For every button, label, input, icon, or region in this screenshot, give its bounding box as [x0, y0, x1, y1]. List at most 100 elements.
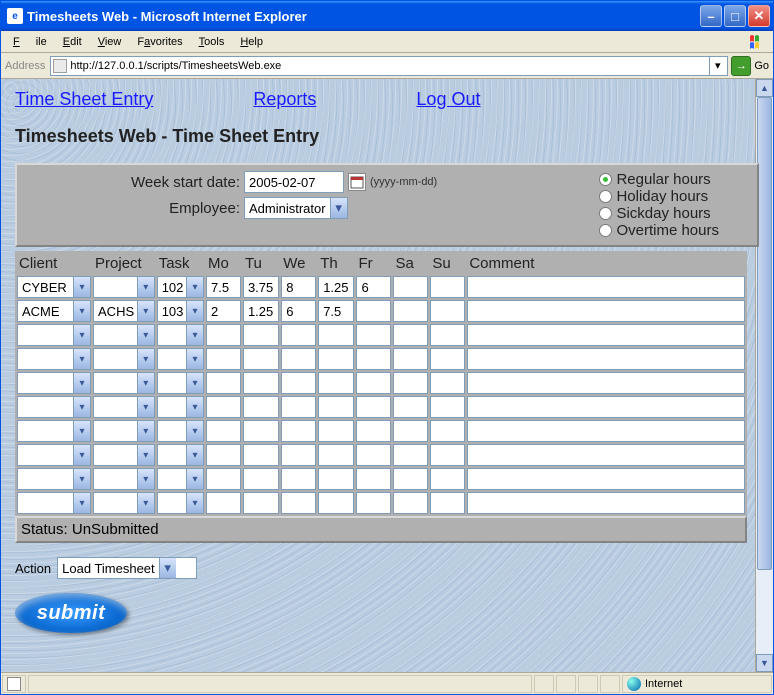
cell-input[interactable] — [318, 396, 354, 418]
cell-input[interactable] — [393, 372, 428, 394]
cell-select[interactable]: ▾ — [93, 396, 155, 418]
cell-input[interactable] — [281, 492, 316, 514]
cell-input[interactable] — [393, 444, 428, 466]
cell-input[interactable] — [243, 492, 279, 514]
cell-input[interactable] — [430, 444, 465, 466]
cell-input[interactable] — [393, 468, 428, 490]
cell-input[interactable] — [281, 420, 316, 442]
cell-input[interactable] — [318, 468, 354, 490]
menu-file[interactable]: File — [5, 34, 55, 50]
cell-input[interactable] — [393, 276, 428, 298]
cell-input[interactable] — [281, 396, 316, 418]
cell-input[interactable] — [318, 372, 354, 394]
cell-select[interactable]: ▾ — [157, 372, 204, 394]
cell-input[interactable] — [243, 324, 279, 346]
cell-input[interactable] — [206, 444, 241, 466]
cell-select[interactable]: ▾ — [17, 372, 91, 394]
cell-input[interactable] — [318, 324, 354, 346]
cell-input[interactable] — [430, 396, 465, 418]
cell-input[interactable]: 8 — [281, 276, 316, 298]
cell-select[interactable]: ▾ — [17, 492, 91, 514]
cell-input[interactable] — [430, 300, 465, 322]
cell-select[interactable]: ▾ — [157, 444, 204, 466]
go-button-icon[interactable]: → — [731, 56, 751, 76]
cell-input[interactable]: 1.25 — [318, 276, 354, 298]
cell-input[interactable]: 7.5 — [318, 300, 354, 322]
cell-input[interactable] — [393, 396, 428, 418]
radio-sickday[interactable] — [599, 207, 612, 220]
cell-input[interactable] — [206, 324, 241, 346]
cell-input[interactable] — [430, 492, 465, 514]
cell-input[interactable]: 3.75 — [243, 276, 279, 298]
radio-holiday[interactable] — [599, 190, 612, 203]
cell-input[interactable] — [356, 372, 391, 394]
cell-input[interactable] — [243, 348, 279, 370]
address-dropdown-icon[interactable]: ▾ — [709, 57, 725, 75]
cell-input[interactable] — [393, 492, 428, 514]
menu-help[interactable]: Help — [232, 34, 271, 50]
cell-select[interactable]: CYBER▾ — [17, 276, 91, 298]
cell-input[interactable] — [430, 372, 465, 394]
cell-input[interactable] — [430, 324, 465, 346]
cell-input[interactable] — [243, 468, 279, 490]
cell-input[interactable] — [206, 348, 241, 370]
cell-input[interactable] — [467, 396, 745, 418]
radio-overtime[interactable] — [599, 224, 612, 237]
cell-input[interactable] — [356, 468, 391, 490]
cell-input[interactable] — [467, 348, 745, 370]
action-select[interactable]: Load Timesheet ▾ — [57, 557, 197, 579]
cell-select[interactable]: ▾ — [157, 324, 204, 346]
cell-select[interactable]: ▾ — [157, 492, 204, 514]
menu-view[interactable]: View — [90, 34, 130, 50]
cell-input[interactable] — [356, 348, 391, 370]
nav-reports-link[interactable]: Reports — [253, 89, 316, 110]
cell-input[interactable] — [318, 348, 354, 370]
cell-select[interactable]: ▾ — [93, 324, 155, 346]
week-start-input[interactable] — [244, 171, 344, 193]
cell-input[interactable] — [318, 420, 354, 442]
cell-input[interactable] — [467, 492, 745, 514]
cell-input[interactable] — [467, 324, 745, 346]
cell-input[interactable] — [281, 324, 316, 346]
cell-input[interactable] — [318, 492, 354, 514]
menu-favorites[interactable]: Favorites — [129, 34, 190, 50]
cell-input[interactable] — [430, 276, 465, 298]
cell-select[interactable]: ▾ — [17, 396, 91, 418]
cell-input[interactable] — [206, 420, 241, 442]
cell-select[interactable]: ▾ — [93, 492, 155, 514]
menu-edit[interactable]: Edit — [55, 34, 90, 50]
cell-select[interactable]: ACHS▾ — [93, 300, 155, 322]
cell-input[interactable]: 6 — [356, 276, 391, 298]
cell-input[interactable]: 1.25 — [243, 300, 279, 322]
cell-select[interactable]: ▾ — [93, 444, 155, 466]
nav-logout-link[interactable]: Log Out — [416, 89, 480, 110]
cell-select[interactable]: ▾ — [157, 420, 204, 442]
cell-input[interactable] — [430, 468, 465, 490]
cell-input[interactable] — [243, 396, 279, 418]
cell-select[interactable]: ▾ — [17, 420, 91, 442]
close-button[interactable]: ✕ — [748, 5, 770, 27]
nav-entry-link[interactable]: Time Sheet Entry — [15, 89, 153, 110]
cell-input[interactable] — [467, 300, 745, 322]
cell-input[interactable] — [318, 444, 354, 466]
cell-select[interactable]: ▾ — [93, 420, 155, 442]
cell-input[interactable]: 7.5 — [206, 276, 241, 298]
cell-select[interactable]: 102▾ — [157, 276, 204, 298]
cell-input[interactable] — [430, 420, 465, 442]
cell-input[interactable] — [467, 444, 745, 466]
cell-input[interactable] — [243, 420, 279, 442]
cell-select[interactable]: ▾ — [157, 348, 204, 370]
cell-select[interactable]: 103▾ — [157, 300, 204, 322]
cell-input[interactable] — [393, 324, 428, 346]
cell-input[interactable] — [281, 348, 316, 370]
radio-regular[interactable] — [599, 173, 612, 186]
cell-input[interactable] — [356, 300, 391, 322]
employee-select[interactable]: Administrator ▾ — [244, 197, 348, 219]
cell-input[interactable] — [281, 372, 316, 394]
cell-input[interactable] — [356, 396, 391, 418]
cell-select[interactable]: ▾ — [17, 324, 91, 346]
cell-input[interactable]: 6 — [281, 300, 316, 322]
cell-input[interactable] — [467, 276, 745, 298]
cell-input[interactable]: 2 — [206, 300, 241, 322]
minimize-button[interactable]: – — [700, 5, 722, 27]
